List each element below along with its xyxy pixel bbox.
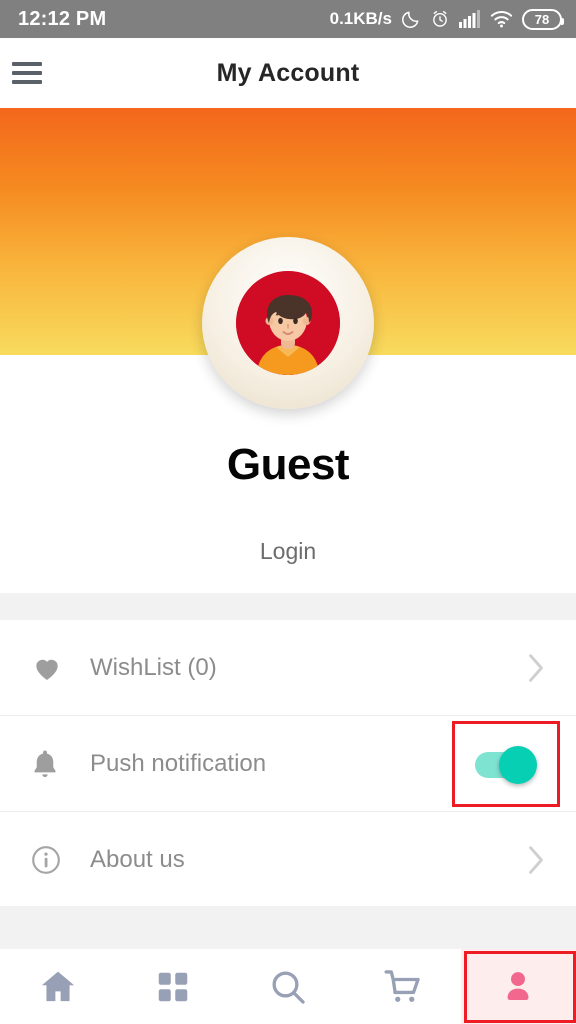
- nav-tab-cart[interactable]: [346, 949, 461, 1024]
- home-icon: [41, 971, 74, 1001]
- login-link[interactable]: Login: [0, 538, 576, 565]
- alarm-clock-icon: [433, 10, 447, 27]
- user-name: Guest: [226, 440, 350, 489]
- avatar[interactable]: [202, 237, 374, 409]
- heart-icon: [30, 652, 76, 684]
- wifi-icon: [490, 11, 513, 28]
- bottom-navigation-bar: [0, 949, 576, 1024]
- menu-item-push-notification[interactable]: Push notification: [0, 716, 576, 812]
- bell-icon: [30, 747, 76, 781]
- app-bar: My Account: [0, 38, 576, 108]
- status-bar-indicators: 0.1KB/s 78: [329, 8, 564, 30]
- grid-categories-icon: [158, 972, 188, 1001]
- menu-item-push-notification-label: Push notification: [90, 749, 267, 777]
- chevron-right-icon: [524, 845, 548, 875]
- nav-tab-categories[interactable]: [115, 949, 230, 1024]
- status-bar-clock: 12:12 PM: [18, 7, 107, 30]
- signal-bars-icon: [459, 10, 480, 28]
- menu-item-wishlist[interactable]: WishList (0): [0, 620, 576, 716]
- section-divider-top: [0, 593, 576, 620]
- push-notification-toggle-highlight: [452, 720, 560, 807]
- profile-section: Guest Login: [0, 237, 576, 593]
- menu-item-about-us[interactable]: About us: [0, 812, 576, 908]
- search-icon: [272, 970, 305, 1004]
- toggle-thumb: [499, 745, 537, 784]
- info-circle-icon: [30, 844, 76, 876]
- person-profile-icon: [507, 971, 529, 1000]
- menu-item-about-us-label: About us: [90, 846, 185, 873]
- page-title: My Account: [216, 58, 360, 87]
- battery-indicator: 78: [522, 8, 564, 30]
- nav-tab-search[interactable]: [230, 949, 345, 1024]
- network-speed-label: 0.1KB/s: [329, 9, 392, 28]
- app-screen: 12:12 PM 0.1KB/s 78 My Account Guest Log…: [0, 0, 576, 1024]
- hamburger-menu-icon[interactable]: [12, 62, 42, 84]
- push-notification-toggle[interactable]: [475, 745, 537, 784]
- status-bar: 12:12 PM 0.1KB/s 78: [0, 0, 576, 38]
- nav-tab-profile[interactable]: [460, 949, 576, 1024]
- account-menu-list: WishList (0) Push notification About us: [0, 620, 576, 908]
- nav-tab-home[interactable]: [0, 949, 115, 1024]
- shopping-cart-icon: [384, 969, 420, 1002]
- chevron-right-icon: [524, 653, 548, 683]
- moon-icon: [402, 11, 419, 28]
- user-avatar-boy-icon: [236, 271, 340, 375]
- menu-item-wishlist-label: WishList (0): [90, 653, 217, 681]
- section-divider-bottom: [0, 906, 576, 949]
- battery-level-label: 78: [534, 11, 550, 27]
